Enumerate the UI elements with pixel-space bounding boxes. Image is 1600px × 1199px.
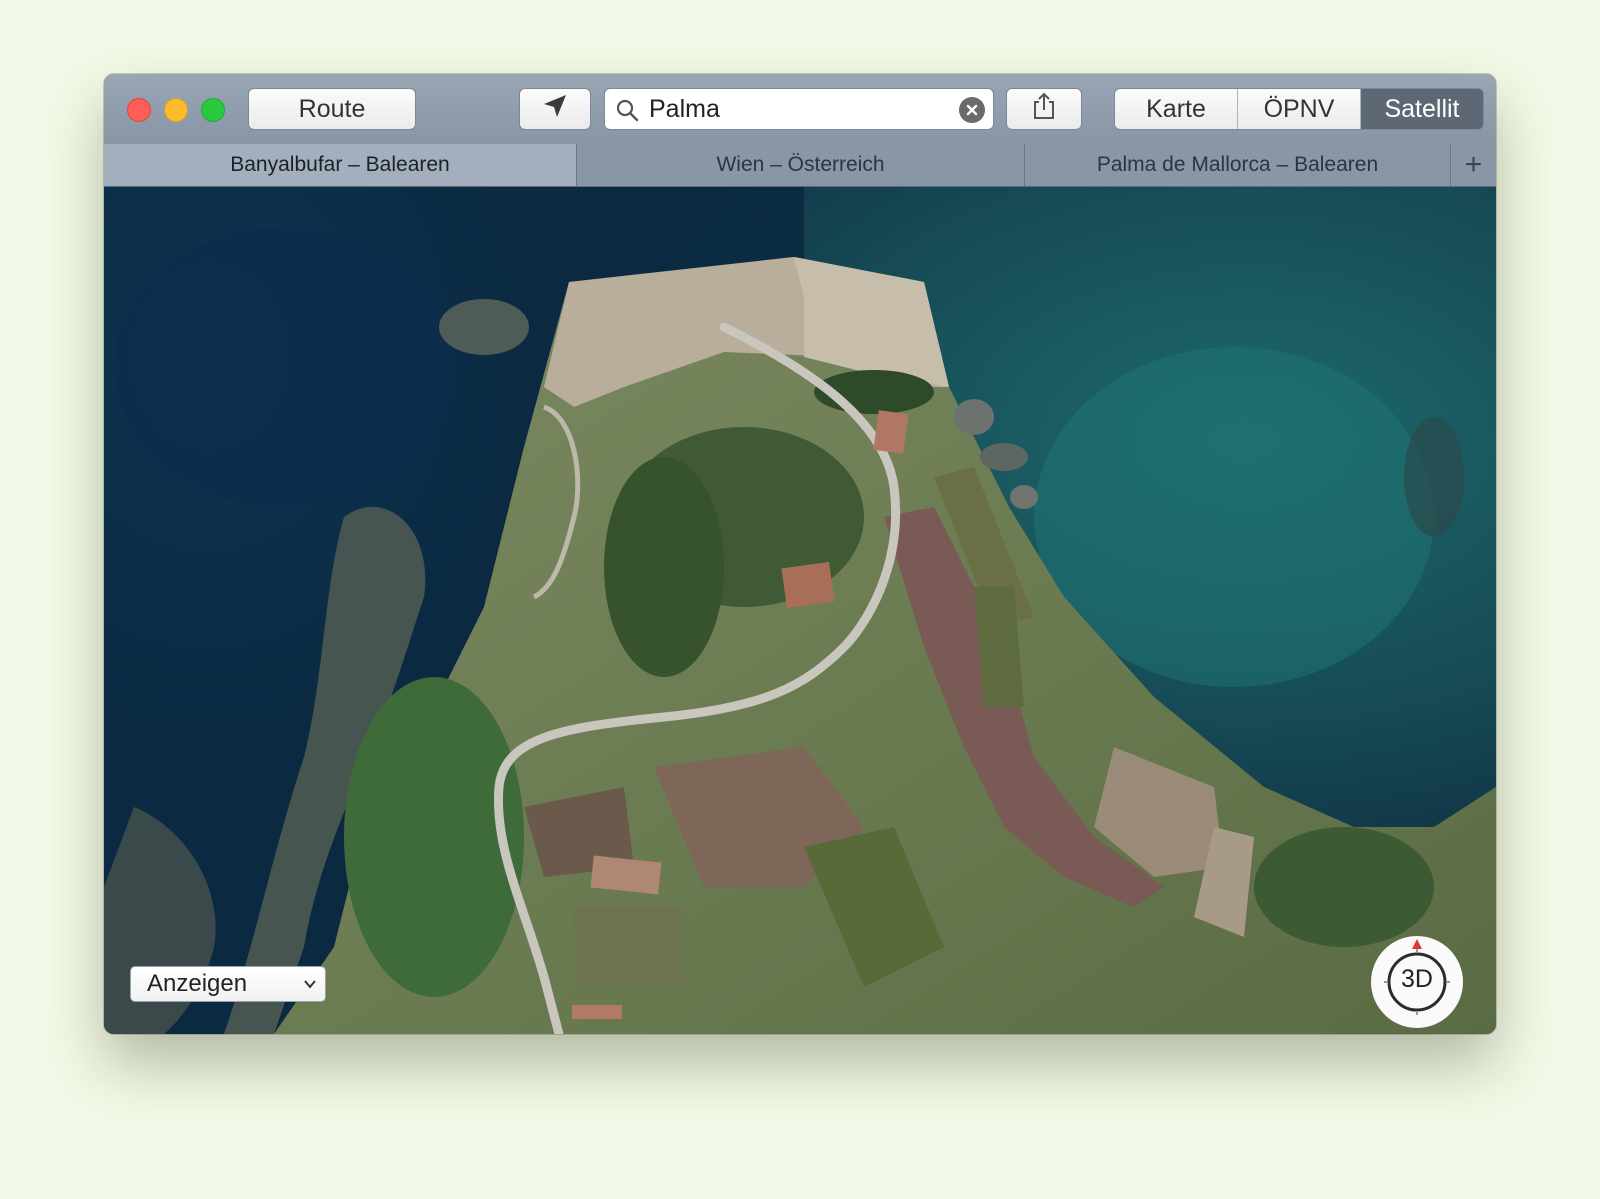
- tab-wien[interactable]: Wien – Österreich: [577, 144, 1025, 186]
- map-mode-label: Karte: [1146, 94, 1206, 123]
- toolbar: Route Palma Karte ÖPNV Satellit: [104, 74, 1496, 145]
- map-mode-switch: Karte ÖPNV Satellit: [1114, 88, 1484, 130]
- compass-3d-button[interactable]: 3D: [1370, 935, 1464, 1029]
- clear-icon[interactable]: [959, 97, 985, 123]
- satellite-imagery: [104, 187, 1496, 1034]
- map-mode-oepnv[interactable]: ÖPNV: [1238, 89, 1361, 129]
- search-input[interactable]: Palma: [649, 95, 720, 124]
- route-button-label: Route: [298, 94, 366, 123]
- plus-icon: +: [1464, 148, 1483, 181]
- map-view[interactable]: Anzeigen 3D: [104, 187, 1496, 1034]
- tab-palma[interactable]: Palma de Mallorca – Balearen: [1025, 144, 1451, 186]
- tab-label: Banyalbufar – Balearen: [230, 153, 450, 176]
- share-button[interactable]: [1006, 88, 1082, 130]
- maps-window: Route Palma Karte ÖPNV Satellit Banyalbu…: [104, 74, 1496, 1034]
- show-dropdown-label: Anzeigen: [147, 970, 248, 997]
- location-arrow-icon: [541, 92, 569, 127]
- tab-label: Wien – Österreich: [716, 153, 885, 176]
- search-icon: [615, 98, 639, 127]
- share-icon: [1030, 91, 1058, 128]
- map-mode-karte[interactable]: Karte: [1115, 89, 1238, 129]
- tab-label: Palma de Mallorca – Balearen: [1096, 153, 1379, 176]
- tab-banyalbufar[interactable]: Banyalbufar – Balearen: [104, 144, 577, 186]
- map-mode-label: Satellit: [1384, 94, 1460, 123]
- route-button[interactable]: Route: [248, 88, 416, 130]
- current-location-button[interactable]: [519, 88, 591, 130]
- maximize-button[interactable]: [201, 98, 225, 122]
- minimize-button[interactable]: [164, 98, 188, 122]
- map-mode-label: ÖPNV: [1263, 94, 1335, 123]
- search-field[interactable]: Palma: [604, 88, 994, 130]
- map-mode-satellit[interactable]: Satellit: [1361, 89, 1483, 129]
- new-tab-button[interactable]: +: [1451, 144, 1496, 186]
- close-button[interactable]: [127, 98, 151, 122]
- compass-3d-label: 3D: [1401, 965, 1433, 993]
- tab-bar: Banyalbufar – Balearen Wien – Österreich…: [104, 144, 1496, 187]
- show-dropdown[interactable]: Anzeigen: [130, 966, 326, 1002]
- chevron-down-icon: [303, 977, 317, 991]
